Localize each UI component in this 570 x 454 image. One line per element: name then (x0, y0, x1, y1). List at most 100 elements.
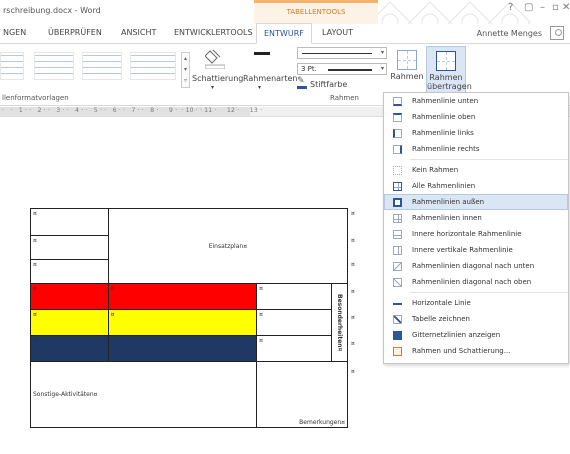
table-tools-group: TABELLENTOOLS (254, 0, 378, 24)
border-style-icon (254, 52, 270, 55)
border-top-icon (393, 113, 402, 122)
menu-item-horizontal-line[interactable]: Horizontale Linie (384, 295, 568, 311)
table-cell[interactable]: ¤ (256, 335, 332, 362)
gridlines-icon (393, 331, 402, 340)
shading-button[interactable]: Schattierung (192, 74, 243, 83)
window-title: rschreibung.docx - Word (3, 6, 101, 15)
table-cell-red[interactable]: ¤ (107, 283, 258, 310)
table-style-2[interactable] (34, 52, 74, 80)
tab-ngen[interactable]: NGEN (3, 28, 26, 37)
context-group-label: TABELLENTOOLS (286, 8, 346, 16)
border-right-icon (393, 145, 402, 154)
menu-item-inside-horizontal[interactable]: Innere horizontale Rahmenlinie (384, 226, 568, 242)
close-icon[interactable]: ✕ (562, 3, 570, 13)
border-left-icon (393, 129, 402, 138)
row-end-mark: ¤ (351, 340, 355, 347)
table-style-1[interactable] (0, 52, 24, 80)
menu-item-diagonal-up[interactable]: Rahmenlinien diagonal nach oben (384, 274, 568, 290)
draw-table-icon (393, 315, 402, 324)
line-style-select[interactable]: ▾ (297, 47, 387, 59)
menu-item-outside-borders[interactable]: Rahmenlinien außen (384, 194, 568, 210)
ribbon-tabs: NGEN ÜBERPRÜFEN ANSICHT ENTWICKLERTOOLS … (0, 23, 570, 44)
restore-icon[interactable]: ▫ (552, 3, 559, 13)
border-painter-icon (436, 51, 456, 71)
tab-developer[interactable]: ENTWICKLERTOOLS (174, 28, 253, 37)
menu-item-borders-shading[interactable]: Rahmen und Schattierung... (384, 343, 568, 359)
outside-borders-icon (393, 198, 402, 207)
help-icon[interactable]: ? (508, 3, 513, 13)
inside-vertical-icon (393, 246, 402, 255)
border-styles-button[interactable]: Rahmenarten (243, 74, 297, 83)
paint-bucket-icon (205, 49, 225, 69)
line-weight-value: 3 Pt. (301, 65, 317, 73)
user-name[interactable]: Annette Menges (477, 29, 542, 38)
border-styles-dropdown-icon[interactable]: ▾ (258, 84, 261, 91)
ruler-ticks: · · 1 · · 2 · · 3 · · 4 · · 5 · · 6 · · … (2, 107, 263, 114)
menu-item-inside-borders[interactable]: Rahmenlinien innen (384, 210, 568, 226)
menu-separator (410, 292, 568, 293)
table-cell[interactable]: ¤ (256, 283, 332, 310)
inside-horizontal-icon (393, 230, 402, 239)
borders-shading-icon (393, 347, 402, 356)
schedule-table[interactable]: ¤ Einsatzplan¤ ¤ ¤ ¤ ¤ ¤ Besonderheiten¤… (29, 208, 349, 428)
table-cell[interactable]: ¤ (30, 259, 109, 284)
table-style-4[interactable] (130, 52, 176, 80)
menu-item-gridlines[interactable]: Gitternetzlinien anzeigen (384, 327, 568, 343)
side-label[interactable]: Besonderheiten¤ (330, 283, 349, 362)
table-cell-navy[interactable]: ¤ (107, 335, 258, 362)
table-cell-red[interactable]: ¤ (30, 283, 109, 310)
menu-item-inside-vertical[interactable]: Innere vertikale Rahmenlinie (384, 242, 568, 258)
tab-view[interactable]: ANSICHT (121, 28, 156, 37)
borders-dropdown-menu: Rahmenlinie unten Rahmenlinie oben Rahme… (383, 92, 569, 364)
table-cell-yellow[interactable]: ¤ (30, 309, 109, 336)
no-border-icon (393, 166, 402, 175)
styles-scroll-arrows[interactable]: ▴ ▾ ▿ (181, 52, 190, 88)
row-end-mark: ¤ (351, 261, 355, 268)
tab-design[interactable]: ENTWURF (256, 23, 312, 44)
shading-dropdown-icon[interactable]: ▾ (211, 84, 214, 91)
borders-label: Rahmen (390, 72, 424, 81)
menu-item-all-borders[interactable]: Alle Rahmenlinien (384, 178, 568, 194)
menu-item-border-right[interactable]: Rahmenlinie rechts (384, 141, 568, 157)
borders-icon (397, 50, 417, 70)
menu-item-draw-table[interactable]: Tabelle zeichnen (384, 311, 568, 327)
menu-item-border-bottom[interactable]: Rahmenlinie unten (384, 93, 568, 109)
avatar[interactable] (550, 26, 564, 40)
menu-item-border-left[interactable]: Rahmenlinie links (384, 125, 568, 141)
tab-review[interactable]: ÜBERPRÜFEN (48, 28, 102, 37)
inside-borders-icon (393, 214, 402, 223)
row-end-mark: ¤ (351, 210, 355, 217)
table-cell-navy[interactable]: ¤ (30, 335, 109, 362)
row-end-mark: ¤ (351, 314, 355, 321)
group-label-borders: Rahmen (330, 94, 359, 102)
title-bar: rschreibung.docx - Word TABELLENTOOLS ? … (0, 0, 570, 43)
horizontal-line-icon (393, 299, 402, 308)
border-bottom-icon (393, 97, 402, 106)
row-end-mark: ¤ (351, 288, 355, 295)
table-cell[interactable]: ¤ (30, 235, 109, 260)
menu-item-no-border[interactable]: Kein Rahmen (384, 162, 568, 178)
group-label-table-styles: llenformatvorlagen (2, 94, 69, 102)
line-weight-select[interactable]: 3 Pt. ▾ (297, 63, 387, 75)
minimize-icon[interactable]: – (540, 3, 545, 13)
plan-title[interactable]: Einsatzplan¤ (107, 208, 349, 284)
menu-item-border-top[interactable]: Rahmenlinie oben (384, 109, 568, 125)
menu-separator (410, 159, 568, 160)
activities-cell[interactable]: Sonstige-Aktivitäten¤ (29, 361, 258, 428)
table-cell[interactable]: ¤ (30, 208, 109, 236)
tab-layout[interactable]: LAYOUT (322, 28, 353, 37)
remarks-cell[interactable]: Bemerkungen¤ (256, 361, 348, 428)
border-painter-label: Rahmen übertragen (427, 73, 472, 91)
diagonal-up-icon (393, 278, 402, 287)
table-cell-yellow[interactable]: ¤ (107, 309, 258, 336)
row-end-mark: ¤ (351, 237, 355, 244)
pen-color-icon (297, 76, 307, 89)
all-borders-icon (393, 182, 402, 191)
row-end-mark: ¤ (351, 368, 355, 375)
ribbon-display-icon[interactable]: ▢ (524, 3, 533, 13)
menu-item-diagonal-down[interactable]: Rahmenlinien diagonal nach unten (384, 258, 568, 274)
pen-color-button[interactable]: Stiftfarbe (310, 80, 347, 89)
diagonal-down-icon (393, 262, 402, 271)
table-cell[interactable]: ¤ (256, 309, 332, 336)
table-style-3[interactable] (82, 52, 122, 80)
